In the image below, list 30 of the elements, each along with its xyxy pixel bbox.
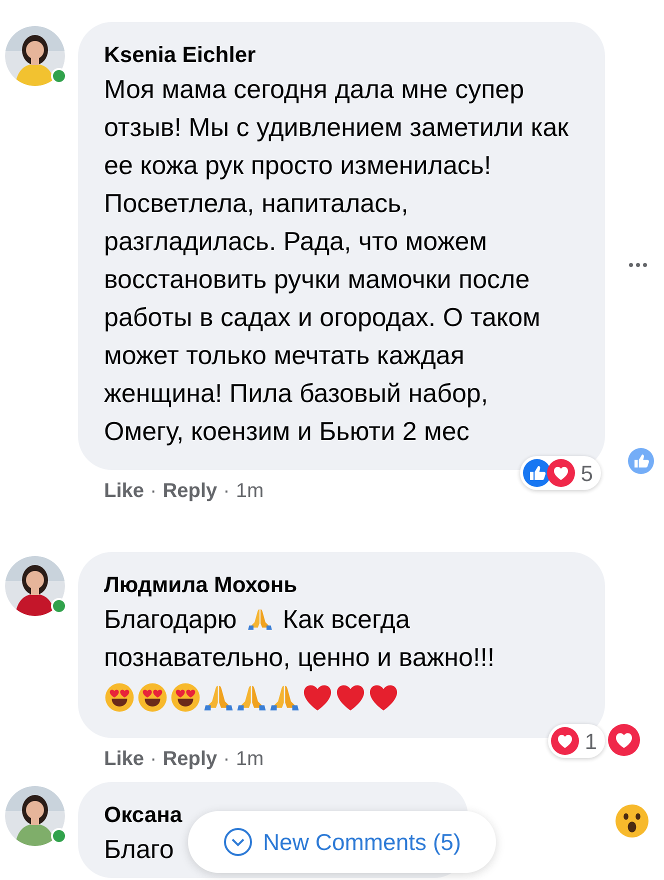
reactions-badge[interactable]: 5 [520,456,601,490]
comment-text: Благодарю [104,603,237,636]
separator-dot: · [150,747,157,772]
reaction-count: 1 [584,728,597,756]
like-icon[interactable] [628,448,654,474]
surprised-emoji-icon [614,803,650,839]
comment-text: Как всегда [282,603,410,636]
reaction-count: 5 [580,460,593,488]
author-name[interactable]: Оксана [104,800,182,830]
timestamp: 1m [236,479,264,504]
heart-eyes-emoji-icon [170,682,201,712]
comment-action-link[interactable]: Like [104,476,144,506]
comment-text: познавательно, ценно и важно!!! [104,641,495,674]
comment-text: Благо [104,833,174,866]
separator-dot: · [223,747,230,772]
separator-dot: · [223,479,230,504]
comment-action-link[interactable]: Reply [162,476,218,506]
reactions-badge[interactable]: 1 [548,724,605,758]
author-name[interactable]: Людмила Мохонь [104,570,298,600]
timestamp: 1m [236,747,264,772]
comment-action-link[interactable]: Reply [162,744,218,774]
comment-action-link[interactable]: Like [104,744,144,774]
heart-eyes-emoji-icon [104,682,135,712]
comment-text: Моя мама сегодня дала мне супер отзыв! Мы с удивлением заметили как ее кожа рук просто изменилась! Посветлела, напиталась, разгладилась. Рада, что можем восстановить ручки мамочки после работы в садах и огородах. О таком может только мечтать каждая женщина! Пила базовый набор, Омегу, коензим и Бьюти 2 мес [104,73,570,448]
heart-eyes-emoji-icon [137,682,168,712]
new-comments-button[interactable]: New Comments (5) [188,811,496,873]
like-icon[interactable] [522,459,551,487]
author-name[interactable]: Ksenia Eichler [104,40,256,70]
chevron-down-icon [222,827,253,857]
separator-dot: · [150,479,157,504]
